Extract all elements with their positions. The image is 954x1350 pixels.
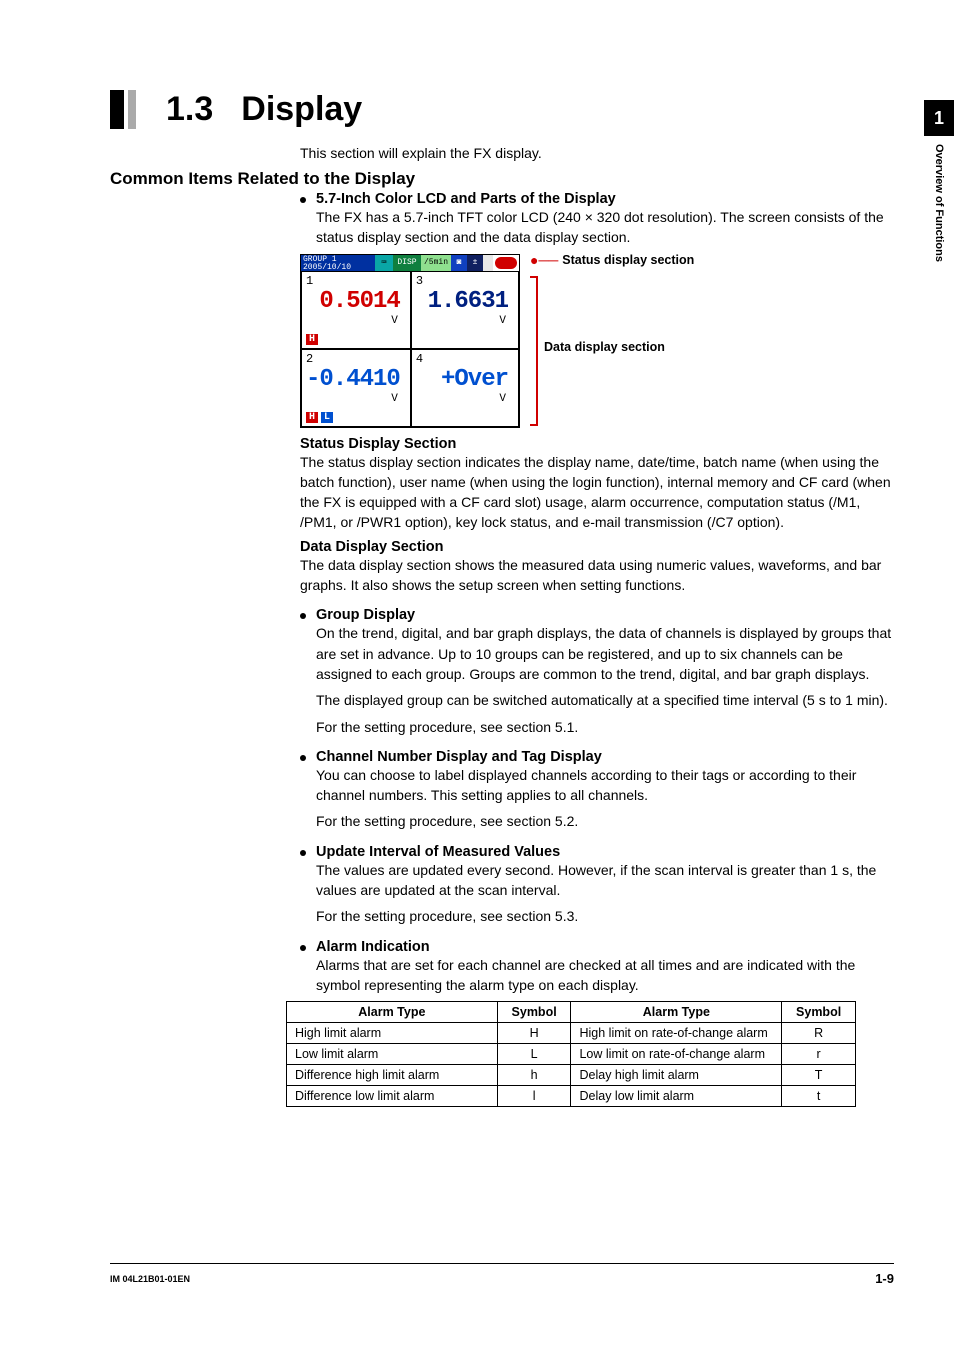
channel-value: 0.5014: [306, 288, 406, 315]
table-row: Low limit alarm L Low limit on rate-of-c…: [287, 1044, 856, 1065]
status-section-body: The status display section indicates the…: [300, 452, 894, 533]
table-header: Alarm Type: [571, 1002, 782, 1023]
table-header: Alarm Type: [287, 1002, 498, 1023]
table-row: Difference high limit alarm h Delay high…: [287, 1065, 856, 1086]
heading-number: 1.3: [166, 90, 213, 129]
channel-tag-p2: For the setting procedure, see section 5…: [316, 811, 894, 831]
table-cell: Difference high limit alarm: [287, 1065, 498, 1086]
table-cell: h: [497, 1065, 571, 1086]
table-header: Symbol: [782, 1002, 856, 1023]
disp-badge: DISP: [393, 255, 421, 271]
channel-number: 2: [306, 352, 406, 366]
bullet-icon: [300, 197, 306, 203]
channel-tag-heading: Channel Number Display and Tag Display: [316, 749, 602, 765]
bullet-icon: [300, 755, 306, 761]
section-heading: 1.3 Display: [110, 90, 894, 129]
channel-value: +Over: [416, 366, 514, 393]
group-display-p3: For the setting procedure, see section 5…: [316, 717, 894, 737]
table-cell: l: [497, 1086, 571, 1107]
channel-cell-4: 4 +Over V: [411, 349, 519, 427]
page: 1 Overview of Functions 1.3 Display This…: [0, 0, 954, 1350]
keyboard-icon: ⌨: [375, 255, 393, 271]
table-cell: r: [782, 1044, 856, 1065]
channel-number: 4: [416, 352, 514, 366]
table-cell: Difference low limit alarm: [287, 1086, 498, 1107]
table-cell: t: [782, 1086, 856, 1107]
channel-cell-1: 1 0.5014 V H: [301, 271, 411, 349]
lcd-screenshot-figure: GROUP 1 2005/10/10 10:10:10 ⌨ DISP /5min…: [300, 254, 894, 428]
table-cell: L: [497, 1044, 571, 1065]
data-section-callout: Data display section: [544, 340, 665, 354]
heading-bar-black: [110, 90, 124, 129]
group-display-p1: On the trend, digital, and bar graph dis…: [316, 623, 894, 684]
math-icon: ±: [467, 255, 483, 271]
common-items-heading: Common Items Related to the Display: [110, 169, 894, 189]
status-section-callout: Status display section: [562, 253, 694, 267]
channel-cell-3: 3 1.6631 V: [411, 271, 519, 349]
brace-icon: [530, 276, 538, 426]
channel-cell-2: 2 -0.4410 V HL: [301, 349, 411, 427]
alarm-indication-heading: Alarm Indication: [316, 939, 430, 955]
alarm-type-table: Alarm Type Symbol Alarm Type Symbol High…: [286, 1001, 856, 1107]
channel-unit: V: [306, 315, 406, 327]
table-cell: Delay low limit alarm: [571, 1086, 782, 1107]
bullet-icon: [300, 850, 306, 856]
alarm-icon: [495, 257, 517, 269]
flag-l: L: [321, 412, 333, 423]
bullet-icon: [300, 945, 306, 951]
update-interval-p2: For the setting procedure, see section 5…: [316, 906, 894, 926]
alarm-indication-p1: Alarms that are set for each channel are…: [316, 955, 894, 996]
intro-text: This section will explain the FX display…: [300, 145, 894, 161]
table-cell: T: [782, 1065, 856, 1086]
channel-unit: V: [416, 393, 514, 405]
bullet-icon: [300, 613, 306, 619]
footer-rule: [110, 1263, 894, 1264]
status-bar: GROUP 1 2005/10/10 10:10:10 ⌨ DISP /5min…: [301, 255, 519, 271]
arrow-icon: ●──: [530, 252, 558, 268]
lcd-description: The FX has a 5.7-inch TFT color LCD (240…: [316, 207, 894, 248]
side-tab: 1 Overview of Functions: [924, 100, 954, 262]
heading-title: Display: [241, 90, 362, 129]
table-cell: Low limit on rate-of-change alarm: [571, 1044, 782, 1065]
table-header-row: Alarm Type Symbol Alarm Type Symbol: [287, 1002, 856, 1023]
channel-value: -0.4410: [306, 366, 406, 393]
table-cell: R: [782, 1023, 856, 1044]
lcd-screenshot: GROUP 1 2005/10/10 10:10:10 ⌨ DISP /5min…: [300, 254, 520, 428]
data-section-heading: Data Display Section: [300, 539, 894, 555]
channel-tag-p1: You can choose to label displayed channe…: [316, 765, 894, 806]
data-section-body: The data display section shows the measu…: [300, 555, 894, 596]
chapter-number-tab: 1: [924, 100, 954, 136]
table-cell: H: [497, 1023, 571, 1044]
footer-doc-id: IM 04L21B01-01EN: [110, 1274, 190, 1284]
channel-unit: V: [306, 393, 406, 405]
lcd-subheading: 5.7-Inch Color LCD and Parts of the Disp…: [316, 191, 616, 207]
flag-h: H: [306, 412, 318, 423]
chapter-label: Overview of Functions: [933, 144, 945, 262]
table-cell: High limit alarm: [287, 1023, 498, 1044]
rate-badge: /5min: [421, 255, 451, 271]
update-interval-heading: Update Interval of Measured Values: [316, 844, 560, 860]
data-grid: 1 0.5014 V H 3 1.6631 V 2 -0.4410 V HL: [301, 271, 519, 427]
table-cell: Low limit alarm: [287, 1044, 498, 1065]
channel-value: 1.6631: [416, 288, 514, 315]
record-icon: ◙: [451, 255, 467, 271]
group-display-p2: The displayed group can be switched auto…: [316, 690, 894, 710]
table-row: High limit alarm H High limit on rate-of…: [287, 1023, 856, 1044]
table-cell: High limit on rate-of-change alarm: [571, 1023, 782, 1044]
channel-number: 1: [306, 274, 406, 288]
channel-number: 3: [416, 274, 514, 288]
update-interval-p1: The values are updated every second. How…: [316, 860, 894, 901]
table-cell: Delay high limit alarm: [571, 1065, 782, 1086]
table-row: Difference low limit alarm l Delay low l…: [287, 1086, 856, 1107]
group-display-heading: Group Display: [316, 607, 415, 623]
heading-bar-gray: [128, 90, 136, 129]
status-section-heading: Status Display Section: [300, 436, 894, 452]
channel-unit: V: [416, 315, 514, 327]
table-header: Symbol: [497, 1002, 571, 1023]
flag-h: H: [306, 334, 318, 345]
footer-page-number: 1-9: [875, 1271, 894, 1286]
